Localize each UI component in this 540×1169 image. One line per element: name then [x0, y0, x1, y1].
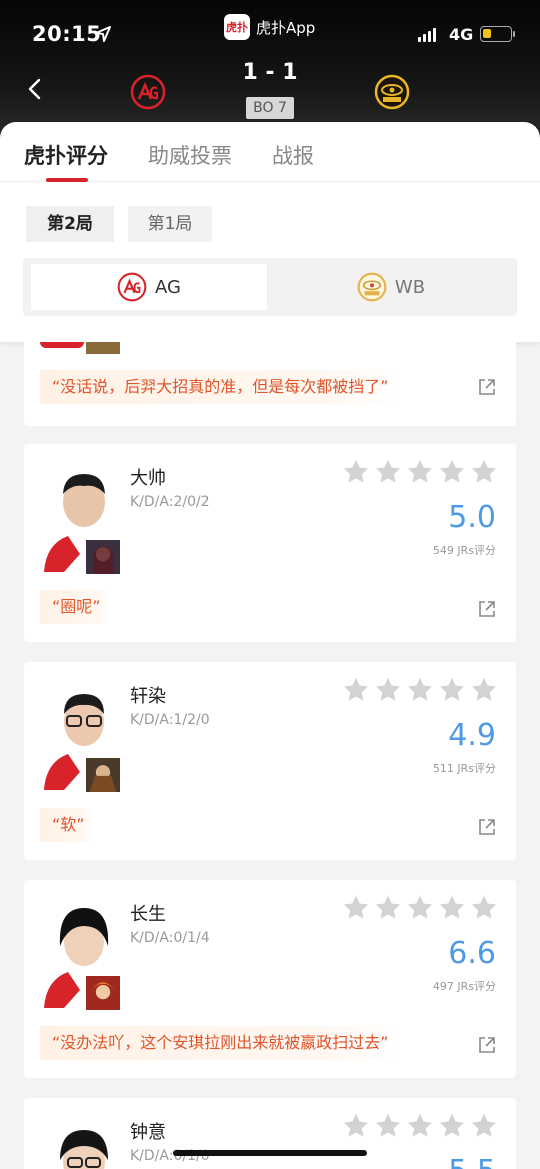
round-1-button[interactable]: 第1局 — [128, 206, 212, 242]
share-icon[interactable] — [478, 1036, 496, 1054]
battery-icon — [480, 26, 515, 42]
player-comment: “软” — [40, 808, 95, 842]
player-name: 长生 — [130, 904, 166, 925]
share-icon[interactable] — [478, 378, 496, 396]
hero-portrait-icon — [84, 974, 122, 1012]
player-rating: 6.6 — [448, 936, 496, 971]
player-comment: “圈呢” — [40, 590, 111, 624]
home-indicator[interactable] — [173, 1150, 367, 1156]
rating-count: 549 JRs评分 — [432, 544, 496, 557]
player-comment: “没话说，后羿大招真的准，但是每次都被挡了” — [40, 370, 399, 404]
star-icon[interactable] — [406, 1112, 434, 1140]
star-icon[interactable] — [342, 458, 370, 486]
status-bar: 20:15 虎扑 虎扑App 4G — [0, 14, 540, 50]
share-icon[interactable] — [478, 600, 496, 618]
player-kda: K/D/A:0/1/4 — [130, 930, 210, 946]
match-score: 1 - 1 — [242, 60, 298, 85]
round-2-button[interactable]: 第2局 — [26, 206, 114, 242]
star-icon[interactable] — [406, 676, 434, 704]
network-type: 4G — [449, 25, 474, 44]
player-card[interactable]: 钟意 K/D/A:0/1/0 5.5 — [24, 1098, 516, 1169]
rating-count: 511 JRs评分 — [432, 762, 496, 775]
match-header: 20:15 虎扑 虎扑App 4G 1 - 1 BO 7 — [0, 0, 540, 140]
star-icon[interactable] — [374, 676, 402, 704]
star-icon[interactable] — [470, 894, 498, 922]
player-name: 大帅 — [130, 468, 166, 489]
hero-icon-partial — [84, 342, 122, 356]
player-card[interactable]: 轩染 K/D/A:1/2/0 4.9 511 JRs评分 “软” — [24, 662, 516, 860]
star-icon[interactable] — [374, 1112, 402, 1140]
match-format-badge: BO 7 — [246, 97, 294, 119]
star-icon[interactable] — [470, 1112, 498, 1140]
player-rating: 4.9 — [448, 718, 496, 753]
return-to-app[interactable]: 虎扑 虎扑App — [224, 14, 315, 40]
wb-team-logo[interactable] — [374, 74, 410, 110]
player-card[interactable]: 长生 K/D/A:0/1/4 6.6 497 JRs评分 “没办法吖，这个安琪拉… — [24, 880, 516, 1078]
star-icon[interactable] — [374, 458, 402, 486]
active-tab-indicator — [46, 178, 88, 182]
star-icon[interactable] — [438, 458, 466, 486]
player-avatar-partial — [40, 342, 84, 348]
tab-bar: 虎扑评分 助威投票 战报 — [0, 122, 540, 182]
player-comment: “没办法吖，这个安琪拉刚出来就被嬴政扫过去” — [40, 1026, 399, 1060]
star-icon[interactable] — [342, 1112, 370, 1140]
star-icon[interactable] — [438, 1112, 466, 1140]
star-rating-input[interactable] — [342, 1112, 498, 1140]
team-tab-ag[interactable]: AG — [31, 264, 267, 310]
star-icon[interactable] — [342, 676, 370, 704]
team-tab-label: WB — [394, 276, 426, 298]
player-avatar — [60, 1130, 108, 1169]
star-icon[interactable] — [470, 676, 498, 704]
star-icon[interactable] — [374, 894, 402, 922]
rating-panel: 虎扑评分 助威投票 战报 第2局 第1局 AG WB — [0, 122, 540, 342]
star-icon[interactable] — [406, 894, 434, 922]
wb-logo-icon — [357, 272, 387, 302]
star-icon[interactable] — [438, 676, 466, 704]
team-tab-wb[interactable]: WB — [273, 264, 509, 310]
ag-logo-icon — [117, 272, 147, 302]
rating-count: 497 JRs评分 — [432, 980, 496, 993]
app-name: 虎扑App — [256, 18, 316, 37]
player-rating: 5.5 — [448, 1154, 496, 1169]
team-tab-label: AG — [155, 276, 181, 298]
ag-team-logo[interactable] — [130, 74, 166, 110]
cellular-signal-icon — [418, 28, 436, 42]
star-icon[interactable] — [406, 458, 434, 486]
player-rating-list: “没话说，后羿大招真的准，但是每次都被挡了” 大帅 K/D/A:2/0/2 5.… — [0, 342, 540, 1169]
player-name: 轩染 — [130, 686, 166, 707]
player-card[interactable]: “没话说，后羿大招真的准，但是每次都被挡了” — [24, 342, 516, 426]
status-time: 20:15 — [32, 22, 102, 46]
tab-battle-report[interactable]: 战报 — [272, 140, 314, 170]
match-rating-screen: 20:15 虎扑 虎扑App 4G 1 - 1 BO 7 虎扑评分 助威投票 战… — [0, 0, 540, 1169]
tab-cheer-vote[interactable]: 助威投票 — [148, 140, 232, 170]
star-rating-input[interactable] — [342, 458, 498, 486]
star-icon[interactable] — [470, 458, 498, 486]
back-arrow-icon[interactable] — [24, 78, 46, 100]
hero-portrait-icon — [84, 756, 122, 794]
hupu-app-icon: 虎扑 — [224, 14, 250, 40]
star-icon[interactable] — [342, 894, 370, 922]
tab-hupu-rating[interactable]: 虎扑评分 — [24, 140, 108, 170]
location-arrow-icon — [95, 26, 111, 42]
round-selector: 第2局 第1局 — [26, 206, 212, 242]
star-rating-input[interactable] — [342, 894, 498, 922]
player-kda: K/D/A:2/0/2 — [130, 494, 210, 510]
player-card[interactable]: 大帅 K/D/A:2/0/2 5.0 549 JRs评分 “圈呢” — [24, 444, 516, 642]
share-icon[interactable] — [478, 818, 496, 836]
player-name: 钟意 — [130, 1122, 166, 1143]
team-selector: AG WB — [23, 258, 517, 316]
star-rating-input[interactable] — [342, 676, 498, 704]
hero-portrait-icon — [84, 538, 122, 576]
star-icon[interactable] — [438, 894, 466, 922]
player-kda: K/D/A:1/2/0 — [130, 712, 210, 728]
player-rating: 5.0 — [448, 500, 496, 535]
